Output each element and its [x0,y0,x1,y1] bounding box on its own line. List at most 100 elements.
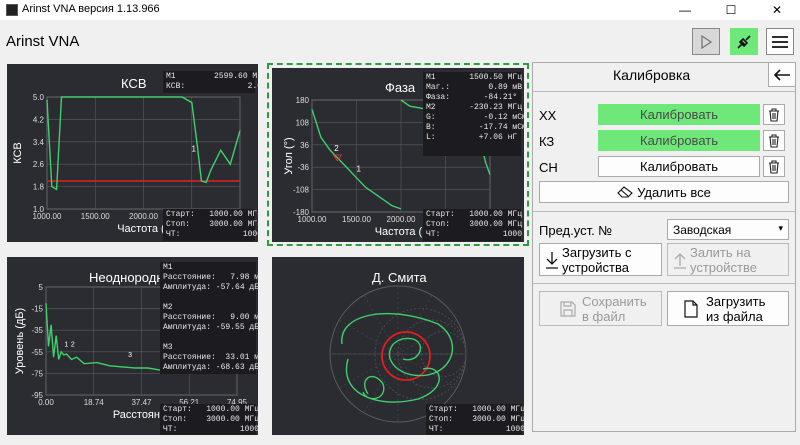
load-from-device-line1: Загрузить с [562,244,632,260]
trash-icon [769,133,779,148]
preset-label: Пред.уст. № [539,223,613,238]
upload-icon [674,253,686,269]
smith-title: Д. Смита [372,270,427,285]
window-title: Arinst VNA версия 1.13.966 [22,3,160,15]
calibrate-load-button[interactable]: Калибровать [598,156,760,177]
delete-all-label: Удалить все [637,184,711,200]
phase-title: Фаза [385,80,416,95]
marker-1-label: 1 [357,165,362,174]
x-tick-label: 0.00 [38,398,54,407]
vswr-chart[interactable]: 5.04.23.42.61.81.01000.001500.002000.002… [7,64,267,242]
y-tick-label: -75 [31,369,43,378]
delete-open-button[interactable] [763,104,785,125]
calibrate-short-button[interactable]: Калибровать [598,130,760,151]
menu-button[interactable] [766,28,794,55]
load-from-file-button[interactable]: Загрузить из файла [667,291,789,326]
marker-1-label: 1 [192,144,197,153]
app-icon [6,4,18,16]
y-tick-label: 1.8 [33,183,45,192]
upload-to-device-line2: устройстве [690,259,757,275]
upload-to-device-button[interactable]: Залить на устройстве [667,243,789,276]
x-tick-label: 2000.00 [129,212,158,221]
delete-short-button[interactable] [763,130,785,151]
load-from-file-line1: Загрузить [706,293,766,309]
y-tick-label: 36 [300,141,309,150]
tdr-marker-info: M1 Расстояние: 7.98 м Амплитуда: -57.64 дБ… [160,262,259,374]
load-from-file-line2: из файла [706,308,763,324]
y-axis-label: Уровень (дБ) [14,308,26,374]
marker-3-label: 3 [128,352,132,359]
y-tick-label: 3.4 [33,138,45,147]
arrow-left-icon [773,68,790,81]
delete-load-button[interactable] [763,156,785,177]
back-button[interactable] [768,62,796,87]
download-icon [546,252,558,269]
save-to-file-line1: Сохранить [582,293,647,309]
smith-sweep-info: Старт: 1000.00 МГц Стоп: 3000.00 МГц ЧТ: 1… [426,404,525,435]
short-label: КЗ [539,134,555,149]
smith-chart[interactable]: Д. Смита Старт: 1000.00 МГц Стоп: 3000.00… [272,257,525,435]
eraser-icon [617,186,633,198]
x-tick-label: 1000.00 [298,215,327,224]
vswr-title: КСВ [121,76,147,91]
save-to-file-button[interactable]: Сохранить в файл [539,291,662,326]
marker-2-label: 2 [71,341,75,348]
x-tick-label: 1000.00 [33,212,62,221]
open-label: ХХ [539,108,557,123]
preset-select[interactable]: Заводская ▾ [667,219,789,240]
calibrate-open-button[interactable]: Калибровать [598,104,760,125]
vswr-sweep-info: Старт: 1000.00 МГц Стоп: 3000.00 МГц ЧТ: 1… [163,209,262,241]
y-tick-label: 108 [296,118,310,127]
y-tick-label: -36 [297,163,309,172]
app-header: Arinst VNA [0,20,800,62]
delete-all-button[interactable]: Удалить все [539,181,789,203]
save-to-file-line2: в файл [582,308,626,324]
plug-icon [737,34,751,49]
trash-icon [769,159,779,174]
marker-1-label: 1 [64,341,68,348]
play-icon [701,34,713,49]
load-from-device-button[interactable]: Загрузить с устройства [539,243,662,276]
phase-sweep-info: Старт: 1000.00 МГц Стоп: 3000.00 МГц ЧТ: 1… [423,209,522,241]
x-tick-label: 18.74 [84,398,105,407]
calibration-panel: Калибровка ХХ Калибровать КЗ Калибровать… [532,62,796,432]
y-tick-label: -35 [31,326,43,335]
hamburger-icon [772,35,788,48]
app-name: Arinst VNA [6,33,80,50]
divider [533,211,795,212]
save-icon [560,301,576,317]
x-tick-label: 2000.00 [387,215,416,224]
maximize-button[interactable]: ☐ [708,0,754,20]
close-button[interactable]: ✕ [754,0,800,20]
calibration-title: Калибровка [613,67,691,83]
y-tick-label: 2.6 [33,160,45,169]
y-axis-label: Угол (°) [283,137,295,174]
chevron-down-icon: ▾ [778,223,783,233]
y-tick-label: -108 [293,186,310,195]
preset-value: Заводская [673,222,732,237]
y-tick-label: -15 [31,305,43,314]
connect-button[interactable] [730,28,758,55]
y-tick-label: -55 [31,348,43,357]
minimize-button[interactable]: — [662,0,708,20]
upload-to-device-line1: Залить на [690,244,751,260]
file-icon [684,300,698,318]
load-label: СН [539,160,558,175]
tdr-sweep-info: Старт: 1000.00 МГц Стоп: 3000.00 МГц ЧТ: 1… [160,404,259,435]
y-tick-label: 5.0 [33,93,45,102]
phase-chart[interactable]: 180 108 36 -36 -108 -180 1000.00 1500.00 2000.00… [272,68,527,242]
vswr-marker-info: M1 2599.60 МГц КСВ: 2.01 [163,71,267,93]
divider [533,91,795,92]
y-tick-label: 5 [39,283,44,292]
smith-trace [341,312,454,403]
tdr-chart[interactable]: 5 -15 -35 -55 -75 -95 0.00 18.74 37.47 56.21 74.95… [7,257,259,435]
title-bar: Arinst VNA версия 1.13.966 — ☐ ✕ [0,0,800,20]
x-tick-label: 1500.00 [81,212,110,221]
x-tick-label: 37.47 [131,398,152,407]
play-button[interactable] [692,28,720,55]
y-tick-label: 4.2 [33,115,45,124]
y-tick-label: 180 [296,96,310,105]
marker-2-label: 2 [334,144,339,153]
y-axis-label: КСВ [12,142,24,164]
x-tick-label: 1500.00 [342,215,371,224]
